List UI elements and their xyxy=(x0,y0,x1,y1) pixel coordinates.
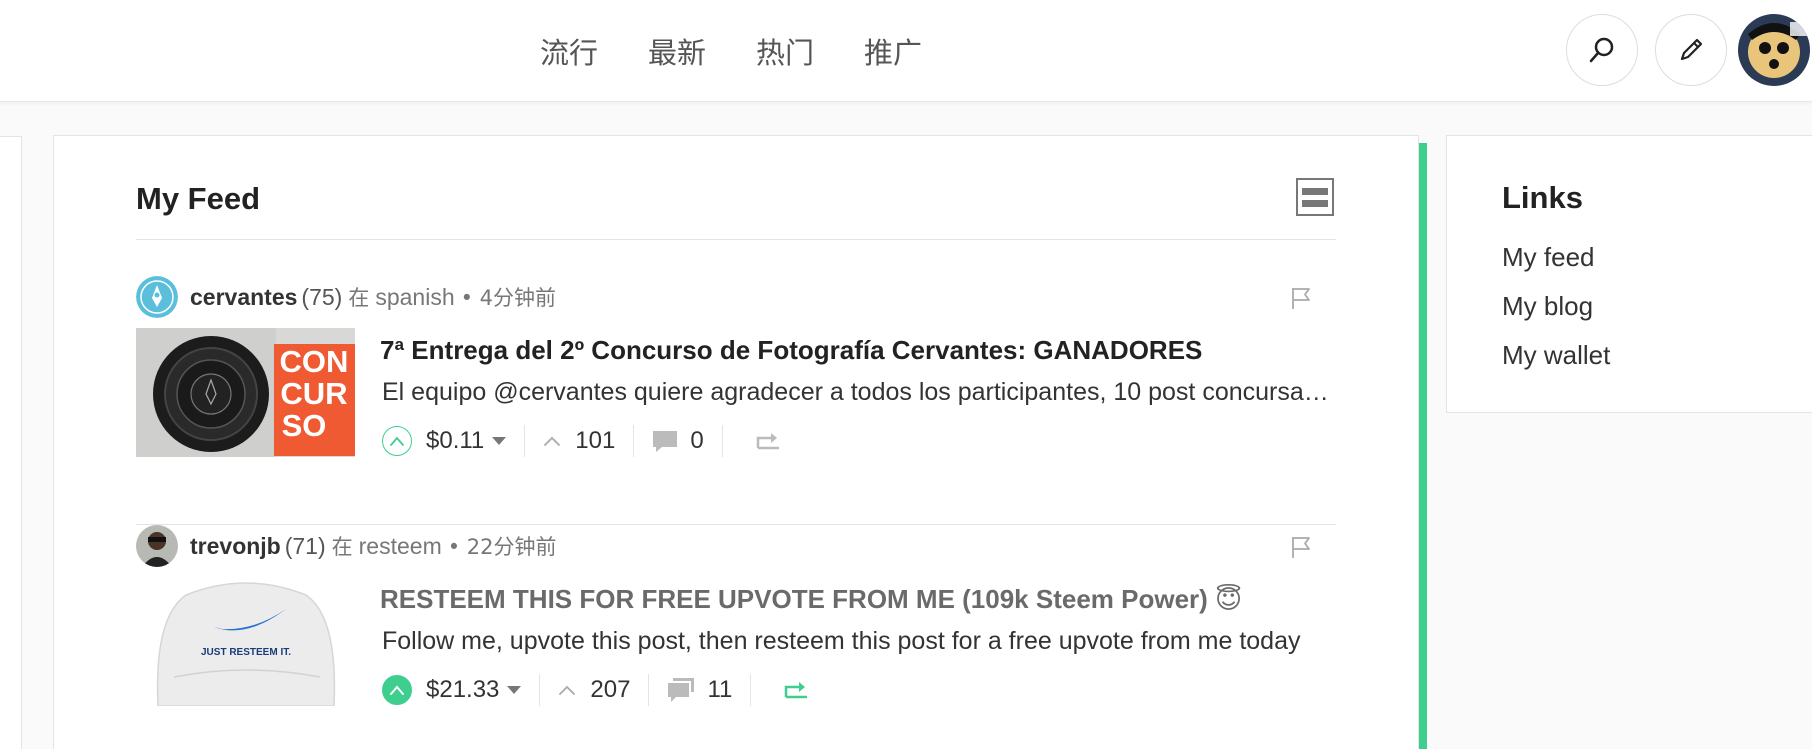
payout-dropdown[interactable]: $21.33 xyxy=(426,676,522,704)
post-title[interactable]: RESTEEM THIS FOR FREE UPVOTE FROM ME (10… xyxy=(380,584,1242,615)
action-separator xyxy=(648,674,650,706)
nav-new[interactable]: 最新 xyxy=(648,30,706,72)
post-actions: $0.11 101 0 xyxy=(382,421,781,461)
feed-title: My Feed xyxy=(136,181,261,216)
payout-dropdown[interactable]: $0.11 xyxy=(426,427,507,455)
comment-count[interactable]: 0 xyxy=(690,427,703,455)
post-author[interactable]: cervantes xyxy=(190,284,297,311)
in-label: 在 xyxy=(348,286,370,310)
author-reputation: (71) xyxy=(284,532,326,559)
post-community[interactable]: resteem xyxy=(359,533,442,560)
create-post-button[interactable] xyxy=(1655,14,1727,86)
links-sidebar: Links My feed My blog My wallet xyxy=(1446,135,1812,413)
concurso-text-1: CON xyxy=(280,344,349,379)
post-actions: $21.33 207 11 xyxy=(382,670,809,710)
author-reputation: (75) xyxy=(301,283,343,310)
comment-bubble-icon[interactable] xyxy=(652,429,678,453)
post-author[interactable]: trevonjb xyxy=(190,533,281,560)
concurso-text-3: SO xyxy=(282,408,327,443)
feed-scroll-indicator[interactable] xyxy=(1419,143,1427,749)
flag-icon[interactable] xyxy=(1290,535,1312,559)
layout-toggle-bar-bottom xyxy=(1302,199,1328,207)
post-excerpt[interactable]: Follow me, upvote this post, then restee… xyxy=(382,627,1336,656)
action-separator xyxy=(539,674,541,706)
search-icon xyxy=(1589,37,1614,63)
author-avatar[interactable] xyxy=(136,525,178,567)
cap-text: JUST RESTEEM IT. xyxy=(201,647,291,658)
feed-post: trevonjb (71) 在 resteem • 22分钟前 JUST RES… xyxy=(136,525,1336,749)
user-avatar[interactable] xyxy=(1738,14,1810,86)
action-separator xyxy=(633,425,635,457)
comment-count[interactable]: 11 xyxy=(707,676,732,704)
post-time: • 4分钟前 xyxy=(460,286,557,310)
link-my-feed[interactable]: My feed xyxy=(1502,242,1610,291)
resteem-icon[interactable] xyxy=(783,679,809,701)
nav-hot[interactable]: 热门 xyxy=(756,30,814,72)
vote-count[interactable]: 207 xyxy=(590,676,630,704)
search-button[interactable] xyxy=(1566,14,1638,86)
avatar-image xyxy=(1738,14,1810,86)
layout-toggle-icon[interactable] xyxy=(1296,178,1334,216)
feed-divider xyxy=(136,239,1336,240)
top-navigation-bar: 流行 最新 热门 推广 xyxy=(0,0,1812,102)
comments-bubble-icon[interactable] xyxy=(667,677,695,703)
left-panel-edge xyxy=(0,136,22,749)
flag-icon[interactable] xyxy=(1290,286,1312,310)
resteem-icon[interactable] xyxy=(755,430,781,452)
post-excerpt[interactable]: El equipo @cervantes quiere agradecer a … xyxy=(382,378,1336,407)
payout-value: $0.11 xyxy=(426,427,485,454)
post-time: • 22分钟前 xyxy=(447,535,557,559)
main-nav: 流行 最新 热门 推广 xyxy=(540,30,972,72)
layout-toggle-bar-top xyxy=(1302,187,1328,195)
white-cap-image: JUST RESTEEM IT. xyxy=(136,577,355,706)
sidebar-title: Links xyxy=(1502,180,1583,215)
post-thumbnail[interactable]: CON CUR SO xyxy=(136,328,355,457)
payout-value: $21.33 xyxy=(426,676,500,703)
concurso-text-2: CUR xyxy=(280,376,347,411)
sidebar-links: My feed My blog My wallet xyxy=(1502,242,1610,389)
post-title[interactable]: 7ª Entrega del 2º Concurso de Fotografía… xyxy=(380,335,1202,366)
camera-lens-image: CON CUR SO xyxy=(136,328,355,457)
chevron-down-icon xyxy=(492,437,507,445)
post-community[interactable]: spanish xyxy=(375,284,454,311)
feed-panel: My Feed cervantes (75) 在 spanish • 4分钟前 xyxy=(53,135,1419,749)
feed-post: cervantes (75) 在 spanish • 4分钟前 CON CUR xyxy=(136,276,1336,525)
nav-promoted[interactable]: 推广 xyxy=(864,30,922,72)
post-meta: trevonjb (71) 在 resteem • 22分钟前 xyxy=(136,525,557,567)
post-thumbnail[interactable]: JUST RESTEEM IT. xyxy=(136,577,355,706)
votes-up-icon xyxy=(544,436,561,446)
in-label: 在 xyxy=(331,535,353,559)
cervantes-logo-icon xyxy=(136,276,178,318)
action-separator xyxy=(524,425,526,457)
link-my-wallet[interactable]: My wallet xyxy=(1502,340,1610,389)
trevonjb-avatar-image xyxy=(136,525,178,567)
upvote-chevron-icon xyxy=(390,685,404,695)
action-separator xyxy=(721,425,723,457)
upvote-button[interactable] xyxy=(382,426,412,456)
author-avatar[interactable] xyxy=(136,276,178,318)
pencil-icon xyxy=(1680,38,1703,61)
chevron-down-icon xyxy=(507,686,522,694)
post-meta: cervantes (75) 在 spanish • 4分钟前 xyxy=(136,276,556,318)
nav-trending[interactable]: 流行 xyxy=(540,30,598,72)
action-separator xyxy=(750,674,752,706)
votes-up-icon xyxy=(559,685,576,695)
link-my-blog[interactable]: My blog xyxy=(1502,291,1610,340)
upvote-button[interactable] xyxy=(382,675,412,705)
vote-count[interactable]: 101 xyxy=(575,427,615,455)
upvote-chevron-icon xyxy=(390,436,404,446)
